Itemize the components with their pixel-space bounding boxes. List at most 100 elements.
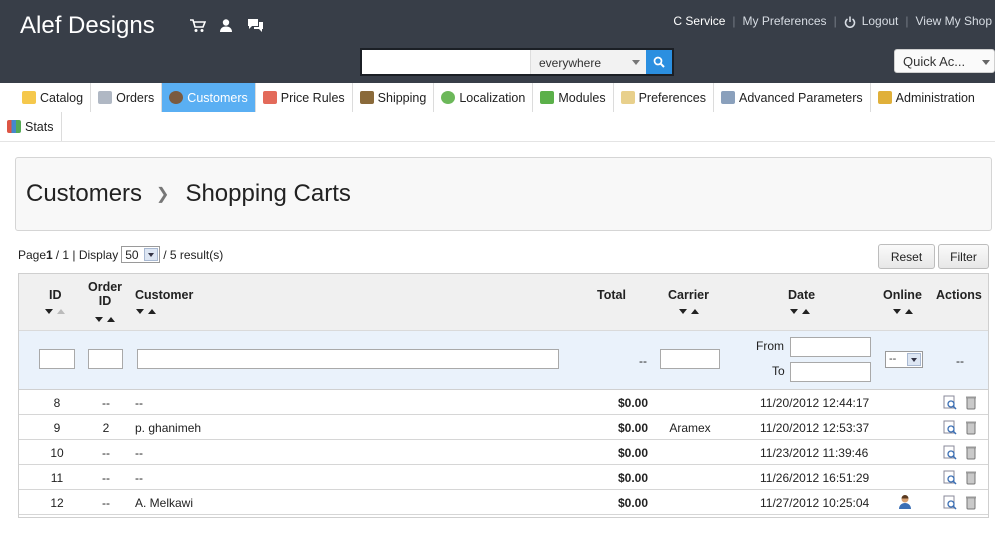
per-page-select[interactable]: 50 [121, 246, 161, 263]
cell-total: $0.00 [618, 421, 649, 435]
filter-order-id-input[interactable] [88, 349, 123, 369]
menu-item-stats[interactable]: Stats [0, 112, 62, 141]
menu-item-shipping[interactable]: Shipping [353, 83, 435, 112]
trash-icon[interactable] [965, 470, 979, 485]
reset-button[interactable]: Reset [878, 244, 935, 269]
cell-date: 11/20/2012 12:53:37 [760, 421, 870, 435]
menu-item-label: Shipping [377, 90, 427, 105]
column-header-customer: Customer [135, 288, 194, 302]
sort-asc-icon[interactable] [905, 309, 913, 314]
search-button[interactable] [646, 50, 672, 74]
filter-id-input[interactable] [39, 349, 75, 369]
sort-controls[interactable] [679, 309, 699, 314]
cell-id: 12 [50, 496, 64, 510]
menu-item-advanced-parameters[interactable]: Advanced Parameters [714, 83, 871, 112]
menu-item-customers[interactable]: Customers [162, 83, 256, 112]
view-details-icon[interactable] [943, 420, 957, 435]
sort-asc-icon[interactable] [107, 317, 115, 322]
search-scope-select[interactable]: everywhere [530, 50, 646, 74]
sort-desc-icon[interactable] [45, 309, 53, 314]
filter-button[interactable]: Filter [938, 244, 989, 269]
filter-online-select[interactable]: -- [885, 351, 923, 368]
page-total: / 1 | Display [55, 247, 119, 262]
trash-icon[interactable] [965, 420, 979, 435]
filter-carrier-input[interactable] [660, 349, 720, 369]
shop-brand[interactable]: Alef Designs [20, 12, 155, 40]
menu-item-administration[interactable]: Administration [871, 83, 982, 112]
menu-item-preferences[interactable]: Preferences [614, 83, 714, 112]
filter-date-from-input[interactable] [790, 337, 871, 357]
menu-item-catalog[interactable]: Catalog [15, 83, 92, 112]
preferences-icon [620, 91, 635, 104]
trash-icon[interactable] [965, 495, 979, 510]
filter-row: -- From To -- -- [19, 331, 988, 390]
quick-access-select[interactable]: Quick Ac... [894, 49, 995, 73]
menu-item-orders[interactable]: Orders [91, 83, 163, 112]
search-input[interactable] [362, 50, 530, 74]
table-row[interactable]: 10 -- -- $0.00 11/23/2012 11:39:46 [19, 440, 988, 465]
filter-total-placeholder: -- [639, 354, 647, 368]
my-preferences-link[interactable]: My Preferences [743, 14, 827, 28]
sort-asc-icon[interactable] [691, 309, 699, 314]
column-header-id-line: ID [98, 294, 112, 308]
breadcrumb-parent[interactable]: Customers [26, 180, 142, 208]
link-divider: | [833, 14, 837, 28]
view-details-icon[interactable] [943, 445, 957, 460]
trash-icon[interactable] [965, 395, 979, 410]
sort-desc-icon[interactable] [893, 309, 901, 314]
chevron-down-icon [907, 353, 921, 366]
column-header-actions: Actions [936, 288, 982, 302]
logout-link[interactable]: Logout [844, 14, 898, 28]
sort-controls[interactable] [790, 309, 810, 314]
sort-desc-icon[interactable] [136, 309, 144, 314]
table-row[interactable]: 12 -- A. Melkawi $0.00 11/27/2012 10:25:… [19, 490, 988, 515]
view-details-icon[interactable] [943, 495, 957, 510]
sort-controls[interactable] [136, 309, 156, 314]
trash-icon[interactable] [965, 445, 979, 460]
sort-asc-icon[interactable] [802, 309, 810, 314]
top-header: Alef Designs C Service | My Preferences … [0, 0, 995, 83]
table-row[interactable]: 11 -- -- $0.00 11/26/2012 16:51:29 [19, 465, 988, 490]
view-shop-link[interactable]: View My Shop [916, 14, 992, 28]
customer-service-link[interactable]: C Service [673, 14, 725, 28]
menu-item-modules[interactable]: Modules [533, 83, 614, 112]
filter-customer-input[interactable] [137, 349, 559, 369]
view-details-icon[interactable] [943, 395, 957, 410]
key-icon [877, 91, 892, 104]
cell-date: 11/27/2012 10:25:04 [760, 496, 870, 510]
table-row[interactable]: 8 -- -- $0.00 11/20/2012 12:44:17 [19, 390, 988, 415]
filter-actions-placeholder: -- [956, 354, 964, 368]
cart-icon[interactable] [188, 16, 207, 35]
price-rules-icon [262, 91, 277, 104]
sort-desc-icon[interactable] [679, 309, 687, 314]
column-header-order-line: Order [88, 280, 123, 294]
sort-controls[interactable] [95, 317, 115, 322]
per-page-value: 50 [125, 248, 139, 262]
menu-row-1: Catalog Orders Customers Price Rules Shi… [15, 83, 982, 112]
filter-date-to-input[interactable] [790, 362, 871, 382]
cell-id: 8 [53, 396, 61, 410]
cell-date: 11/23/2012 11:39:46 [760, 446, 869, 460]
table-row[interactable]: 9 2 p. ghanimeh $0.00 Aramex 11/20/2012 … [19, 415, 988, 440]
customer-icon[interactable] [217, 16, 236, 35]
view-details-icon[interactable] [943, 470, 957, 485]
sort-controls[interactable] [45, 309, 65, 314]
column-header-online: Online [883, 288, 922, 302]
sort-asc-icon[interactable] [148, 309, 156, 314]
column-header-carrier: Carrier [668, 288, 709, 302]
menu-item-label: Localization [459, 90, 526, 105]
sort-desc-icon[interactable] [95, 317, 103, 322]
messages-icon[interactable] [246, 16, 265, 35]
globe-icon [441, 91, 456, 104]
menu-item-localization[interactable]: Localization [434, 83, 534, 112]
sort-asc-icon[interactable] [57, 309, 65, 314]
column-header-order-id: Order ID [88, 280, 122, 308]
user-icon [169, 91, 184, 104]
sort-controls[interactable] [893, 309, 913, 314]
menu-item-price-rules[interactable]: Price Rules [256, 83, 353, 112]
chevron-down-icon [632, 60, 640, 65]
sort-desc-icon[interactable] [790, 309, 798, 314]
menu-row-2: Stats [0, 112, 62, 141]
cell-date: 11/20/2012 12:44:17 [760, 396, 870, 410]
bar-chart-icon [7, 120, 21, 133]
